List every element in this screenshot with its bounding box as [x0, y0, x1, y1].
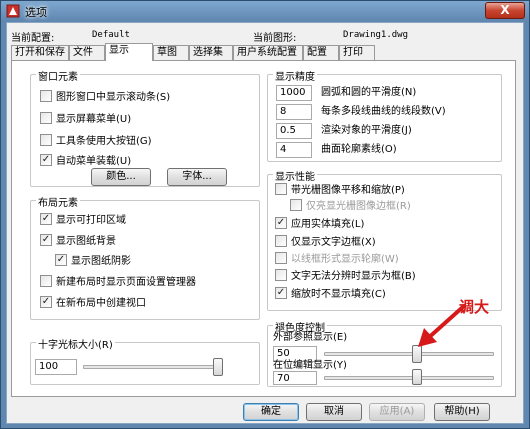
- polyline-segments-label: 每条多段线曲线的线段数(V): [321, 106, 446, 117]
- inplace-fade-slider-track[interactable]: [324, 376, 494, 380]
- contour-lines-label: 曲面轮廓素线(O): [321, 144, 397, 155]
- checkbox-text-boundary[interactable]: 仅显示文字边框(X): [275, 235, 376, 250]
- annotation-text: 调大: [459, 298, 490, 316]
- checkbox-paper-background[interactable]: 显示图纸背景: [40, 234, 116, 249]
- group-title: 显示性能: [273, 168, 317, 183]
- checkbox-box[interactable]: [40, 213, 52, 225]
- group-title: 布局元素: [36, 194, 80, 209]
- ok-button[interactable]: 确定: [243, 403, 299, 421]
- checkbox-screen-menu[interactable]: 显示屏幕菜单(U): [40, 112, 131, 127]
- checkbox-box[interactable]: [40, 275, 52, 287]
- options-dialog: 选项 X 当前配置: Default 当前图形: Drawing1.dwg 打开…: [0, 0, 530, 429]
- cancel-button[interactable]: 取消: [306, 403, 362, 421]
- tab-profiles[interactable]: 配置: [303, 45, 339, 60]
- app-icon: [6, 4, 20, 18]
- checkbox-raster-pan-zoom[interactable]: 带光栅图像平移和缩放(P): [275, 183, 405, 198]
- checkbox-text-as-box[interactable]: 文字无法分辨时显示为框(B): [275, 269, 416, 284]
- checkbox-box[interactable]: [40, 112, 52, 124]
- close-button[interactable]: X: [485, 2, 525, 19]
- checkbox-box[interactable]: [290, 199, 302, 211]
- drawing-value: Drawing1.dwg: [343, 30, 409, 40]
- group-title: 显示精度: [273, 68, 317, 83]
- checkbox-silhouette-wireframe[interactable]: 以线框形式显示轮廓(W): [275, 252, 399, 267]
- group-title: 窗口元素: [36, 68, 80, 83]
- checkbox-box[interactable]: [40, 234, 52, 246]
- profile-label: 当前配置:: [11, 33, 55, 44]
- checkbox-paper-shadow[interactable]: 显示图纸阴影: [55, 254, 131, 269]
- display-performance-group: 显示性能 带光栅图像平移和缩放(P) 仅亮显光栅图像边框(R) 应用实体填充(L…: [267, 168, 502, 311]
- checkbox-large-buttons[interactable]: 工具条使用大按钮(G): [40, 134, 152, 149]
- checkbox-box[interactable]: [275, 269, 287, 281]
- xref-fade-label: 外部参照显示(E): [273, 332, 348, 343]
- apply-button[interactable]: 应用(A): [369, 403, 425, 421]
- display-precision-group: 显示精度 1000 圆弧和圆的平滑度(N) 8 每条多段线曲线的线段数(V) 0…: [267, 68, 502, 162]
- crosshair-size-group: 十字光标大小(R) 100: [30, 336, 260, 385]
- crosshair-size-input[interactable]: 100: [35, 359, 77, 375]
- xref-fade-slider-track[interactable]: [324, 352, 494, 356]
- checkbox-box[interactable]: [275, 287, 287, 299]
- checkbox-box[interactable]: [40, 154, 52, 166]
- tab-selection[interactable]: 选择集: [189, 45, 233, 60]
- tab-display[interactable]: 显示: [105, 43, 153, 61]
- checkbox-scrollbars[interactable]: 图形窗口中显示滚动条(S): [40, 90, 170, 105]
- checkbox-raster-frame-only[interactable]: 仅亮显光栅图像边框(R): [290, 199, 411, 214]
- arc-smoothness-label: 圆弧和圆的平滑度(N): [321, 87, 417, 98]
- checkbox-box[interactable]: [275, 252, 287, 264]
- checkbox-box[interactable]: [275, 183, 287, 195]
- checkbox-page-setup-manager[interactable]: 新建布局时显示页面设置管理器: [40, 275, 196, 290]
- checkbox-box[interactable]: [40, 134, 52, 146]
- drawing-label: 当前图形:: [253, 33, 297, 44]
- fonts-button[interactable]: 字体...: [167, 168, 227, 186]
- render-smoothness-input[interactable]: 0.5: [276, 123, 312, 139]
- render-smoothness-label: 渲染对象的平滑度(J): [321, 125, 412, 136]
- inplace-fade-input[interactable]: 70: [273, 371, 317, 385]
- tab-open-save[interactable]: 打开和保存: [11, 45, 69, 60]
- checkbox-solid-fill[interactable]: 应用实体填充(L): [275, 217, 364, 232]
- layout-elements-group: 布局元素 显示可打印区域 显示图纸背景 显示图纸阴影 新建布局时显示页面设置管理…: [30, 194, 260, 320]
- crosshair-slider-thumb[interactable]: [213, 358, 223, 376]
- dialog-body: 当前配置: Default 当前图形: Drawing1.dwg 打开和保存 文…: [6, 22, 524, 424]
- profile-value: Default: [92, 30, 130, 40]
- window-elements-group: 窗口元素 图形窗口中显示滚动条(S) 显示屏幕菜单(U) 工具条使用大按钮(G)…: [30, 68, 260, 187]
- checkbox-box[interactable]: [275, 217, 287, 229]
- tab-drafting[interactable]: 草图: [153, 45, 189, 60]
- arc-smoothness-input[interactable]: 1000: [276, 85, 312, 101]
- title-bar[interactable]: 选项 X: [1, 1, 529, 21]
- tab-user-preferences[interactable]: 用户系统配置: [233, 45, 303, 60]
- checkbox-create-viewport[interactable]: 在新布局中创建视口: [40, 296, 146, 311]
- checkbox-box[interactable]: [40, 296, 52, 308]
- checkbox-printable-area[interactable]: 显示可打印区域: [40, 213, 126, 228]
- checkbox-box[interactable]: [275, 235, 287, 247]
- tab-plot[interactable]: 打印: [339, 45, 375, 60]
- checkbox-no-fill-zoom[interactable]: 缩放时不显示填充(C): [275, 287, 386, 302]
- colors-button[interactable]: 颜色...: [91, 168, 151, 186]
- polyline-segments-input[interactable]: 8: [276, 104, 312, 120]
- help-button[interactable]: 帮助(H): [434, 403, 490, 421]
- tab-files[interactable]: 文件: [69, 45, 105, 60]
- contour-lines-input[interactable]: 4: [276, 142, 312, 158]
- window-title: 选项: [25, 6, 47, 19]
- crosshair-slider-track[interactable]: [83, 365, 223, 369]
- inplace-fade-slider-thumb[interactable]: [412, 369, 422, 385]
- group-title: 十字光标大小(R): [36, 336, 115, 351]
- checkbox-auto-menu-load[interactable]: 自动菜单装载(U): [40, 154, 131, 169]
- checkbox-box[interactable]: [55, 254, 67, 266]
- display-tab-panel: 窗口元素 图形窗口中显示滚动条(S) 显示屏幕菜单(U) 工具条使用大按钮(G)…: [11, 60, 516, 397]
- checkbox-box[interactable]: [40, 90, 52, 102]
